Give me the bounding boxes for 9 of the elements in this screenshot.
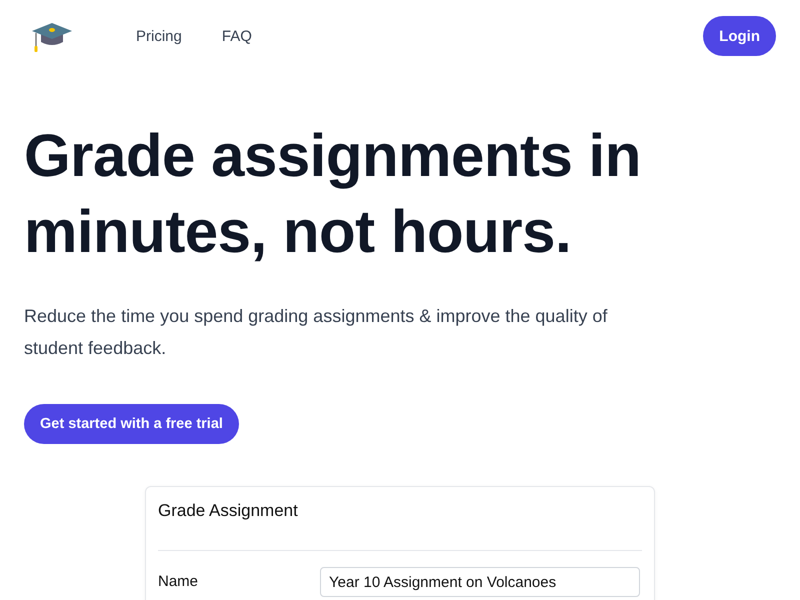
hero-headline: Grade assignments in minutes, not hours.	[24, 121, 642, 267]
hero-subtitle: Reduce the time you spend grading assignments & improve the quality of student feedback.	[24, 305, 608, 360]
login-button[interactable]: Login	[703, 16, 776, 56]
field-label: Name	[158, 572, 200, 590]
card-title: Grade Assignment	[158, 501, 299, 521]
free-trial-button[interactable]: Get started with a free trial	[24, 404, 239, 444]
nav-link[interactable]: Pricing	[136, 28, 182, 44]
nav-link[interactable]: FAQ	[222, 28, 252, 44]
name-input-field[interactable]: Year 10 Assignment on Volcanoes	[320, 567, 640, 597]
